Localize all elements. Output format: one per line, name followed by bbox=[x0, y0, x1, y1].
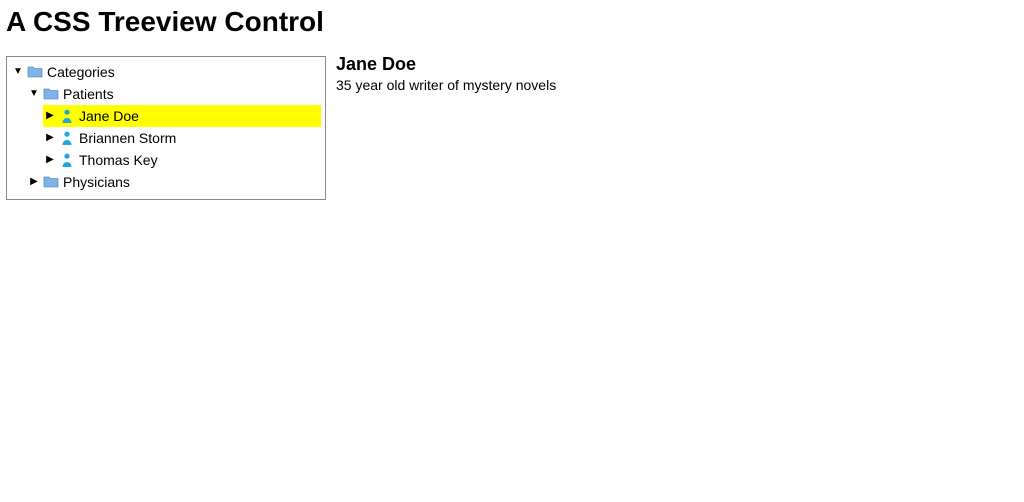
folder-icon bbox=[27, 64, 43, 80]
person-icon bbox=[59, 108, 75, 124]
person-icon bbox=[59, 130, 75, 146]
tree-children-categories: Patients Jane Doe Briannen bbox=[11, 83, 321, 193]
tree-label: Categories bbox=[47, 61, 115, 83]
treeview: Categories Patients Jane Doe bbox=[6, 56, 326, 200]
detail-name: Jane Doe bbox=[336, 54, 556, 75]
tree-label: Patients bbox=[63, 83, 114, 105]
tree-label: Jane Doe bbox=[79, 105, 139, 127]
folder-icon bbox=[43, 86, 59, 102]
tree-node-thomas-key[interactable]: Thomas Key bbox=[43, 149, 321, 171]
chevron-right-icon[interactable] bbox=[27, 171, 41, 193]
tree-node-physicians[interactable]: Physicians bbox=[27, 171, 321, 193]
tree-label: Thomas Key bbox=[79, 149, 158, 171]
folder-icon bbox=[43, 174, 59, 190]
tree-children-patients: Jane Doe Briannen Storm Thomas K bbox=[27, 105, 321, 171]
chevron-right-icon[interactable] bbox=[43, 127, 57, 149]
detail-summary: 35 year old writer of mystery novels bbox=[336, 77, 556, 93]
page-title: A CSS Treeview Control bbox=[6, 6, 1018, 38]
detail-panel: Jane Doe 35 year old writer of mystery n… bbox=[336, 54, 556, 93]
tree-label: Briannen Storm bbox=[79, 127, 176, 149]
tree-node-jane-doe[interactable]: Jane Doe bbox=[43, 105, 321, 127]
chevron-down-icon[interactable] bbox=[11, 61, 25, 83]
content-area: Categories Patients Jane Doe bbox=[0, 52, 1024, 200]
tree-node-categories[interactable]: Categories bbox=[11, 61, 321, 83]
person-icon bbox=[59, 152, 75, 168]
tree-label: Physicians bbox=[63, 171, 130, 193]
chevron-right-icon[interactable] bbox=[43, 105, 57, 127]
chevron-right-icon[interactable] bbox=[43, 149, 57, 171]
tree-node-patients[interactable]: Patients bbox=[27, 83, 321, 105]
tree-node-briannen-storm[interactable]: Briannen Storm bbox=[43, 127, 321, 149]
chevron-down-icon[interactable] bbox=[27, 83, 41, 105]
